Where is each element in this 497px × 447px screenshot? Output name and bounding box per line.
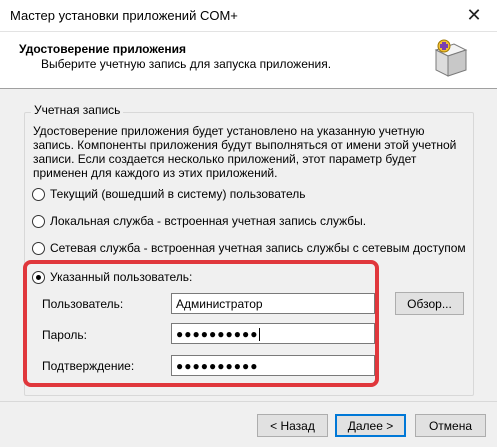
window-title: Мастер установки приложений COM+ <box>10 8 238 23</box>
radio-button[interactable] <box>32 241 45 255</box>
footer-divider <box>0 401 497 402</box>
account-description: Удостоверение приложения будет установле… <box>33 124 457 180</box>
page-title: Удостоверение приложения <box>19 42 186 56</box>
radio-button[interactable] <box>32 214 45 228</box>
radio-button[interactable] <box>32 187 45 201</box>
radio-label: Текущий (вошедший в систему) пользовател… <box>50 187 306 201</box>
wizard-box-icon <box>434 39 468 77</box>
radio-label: Сетевая служба - встроенная учетная запи… <box>50 241 466 255</box>
account-group-label: Учетная запись <box>31 103 124 117</box>
cancel-button[interactable]: Отмена <box>415 414 486 437</box>
radio-network-service[interactable]: Сетевая служба - встроенная учетная запи… <box>32 241 466 255</box>
back-button[interactable]: < Назад <box>257 414 328 437</box>
radio-label: Локальная служба - встроенная учетная за… <box>50 214 367 228</box>
highlight-box <box>23 260 379 387</box>
wizard-header: Удостоверение приложения Выберите учетну… <box>0 32 497 89</box>
next-button[interactable]: Далее > <box>335 414 406 437</box>
title-bar: Мастер установки приложений COM+ ✕ <box>0 0 497 32</box>
page-subtitle: Выберите учетную запись для запуска прил… <box>41 57 332 71</box>
close-icon[interactable]: ✕ <box>451 0 497 31</box>
radio-current-user[interactable]: Текущий (вошедший в систему) пользовател… <box>32 187 306 201</box>
browse-button[interactable]: Обзор... <box>395 292 464 315</box>
radio-local-service[interactable]: Локальная служба - встроенная учетная за… <box>32 214 366 228</box>
